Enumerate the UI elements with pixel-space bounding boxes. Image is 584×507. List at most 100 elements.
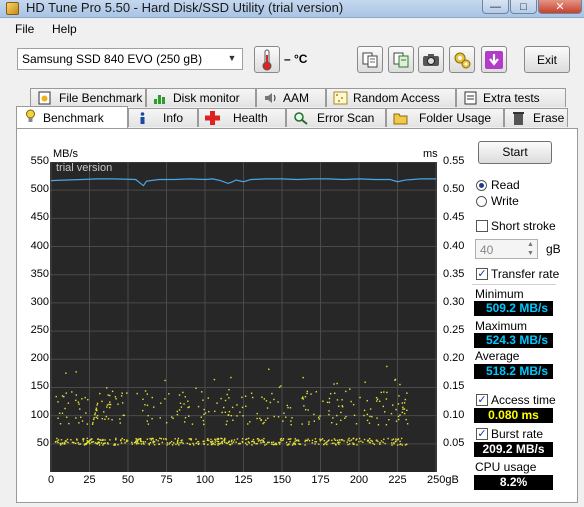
screenshot-button[interactable] [418,46,444,73]
y-left-tick-label: 450 [30,211,49,224]
tab-file-benchmark[interactable]: File Benchmark [30,88,146,107]
close-button[interactable]: ✕ [538,0,582,14]
access-time-point [226,393,228,396]
access-time-point [307,438,309,440]
tab-health[interactable]: Health [198,108,286,127]
tab-label: Erase [533,111,565,125]
access-time-point [406,409,408,412]
menu-help[interactable]: Help [52,22,77,36]
access-time-point [64,407,66,410]
access-time-point [56,440,59,442]
access-time-point [280,439,282,442]
access-time-point [180,439,182,442]
access-time-point [398,395,400,397]
copy-all-button[interactable] [388,46,414,73]
short-stroke-unit: gB [546,242,561,256]
spin-up-icon[interactable]: ▲ [525,241,536,249]
exit-button[interactable]: Exit [524,46,570,73]
access-time-point [183,403,185,405]
short-stroke-input[interactable]: 40 ▲ ▼ [475,239,538,259]
burst-rate-checkbox[interactable]: ✓ [476,428,488,440]
access-time-point [163,438,165,440]
access-time-point [83,443,86,445]
y-right-tick-label: 0.10 [443,408,465,421]
maximize-button[interactable]: □ [510,0,537,14]
access-time-point [291,417,293,419]
access-time-point [345,415,347,418]
tabs-top-row: File Benchmark Disk monitor AAM Random A… [16,88,578,107]
access-time-point [171,444,174,446]
access-time-point [273,398,275,401]
access-time-point [228,389,230,391]
options-button[interactable] [449,46,475,73]
access-time-point [333,442,335,444]
read-radio[interactable] [476,180,487,191]
access-time-point [314,443,316,445]
menu-file[interactable]: File [15,22,34,36]
access-time-point [260,419,262,422]
tab-disk-monitor[interactable]: Disk monitor [146,88,256,107]
x-tick-label: 125 [234,474,253,486]
access-time-point [104,439,106,441]
tab-erase[interactable]: Erase [504,108,568,127]
y-axis-right-unit: ms [423,148,438,160]
access-time-point [263,437,265,440]
write-radio[interactable] [476,196,487,207]
access-time-point [72,442,75,444]
short-stroke-checkbox[interactable] [476,220,488,232]
access-time-point [363,438,366,441]
access-time-point [179,442,181,444]
access-time-point [210,441,212,444]
access-time-point [70,439,72,441]
access-time-point [395,420,398,422]
access-time-point [173,442,175,444]
tab-error-scan[interactable]: Error Scan [286,108,386,127]
access-time-point [99,392,101,395]
access-time-point [267,441,269,444]
access-time-point [203,413,205,415]
access-time-point [126,392,128,394]
tab-folder-usage[interactable]: Folder Usage [386,108,504,127]
transfer-rate-checkbox[interactable]: ✓ [476,268,488,280]
lightbulb-icon [26,109,35,122]
tab-label: Random Access [353,91,440,105]
minimum-label: Minimum [475,287,524,301]
tab-label: Info [163,111,184,125]
tab-benchmark[interactable]: Benchmark [16,106,128,128]
access-time-point [179,402,182,404]
access-time-point [274,443,276,445]
drive-select[interactable]: Samsung SSD 840 EVO (250 gB) ▼ [17,48,243,70]
tab-aam[interactable]: AAM [256,88,326,107]
access-time-point [221,438,223,440]
access-time-point [331,439,333,442]
access-time-checkbox[interactable]: ✓ [476,394,488,406]
start-button[interactable]: Start [478,141,552,164]
copy-all-icon [393,52,409,67]
tab-label: Error Scan [317,111,375,125]
cpu-usage-label: CPU usage [475,460,537,474]
access-time-point [146,438,149,440]
access-time-point [403,402,406,404]
access-time-point [86,440,88,442]
access-time-point [106,406,108,408]
access-time-point [94,413,96,416]
y-left-tick-label: 350 [30,267,49,280]
tab-info[interactable]: Info [128,108,198,127]
tab-random-access[interactable]: Random Access [326,88,456,107]
access-time-point [120,395,123,397]
temperature-button[interactable] [254,46,280,73]
access-time-point [308,440,311,442]
access-time-point [177,442,179,445]
access-time-point [211,440,214,443]
tab-extra-tests[interactable]: Extra tests [456,88,566,107]
y-left-tick-label: 150 [30,380,49,393]
copy-text-button[interactable] [357,46,383,73]
short-stroke-value: 40 [480,243,494,257]
spin-down-icon[interactable]: ▼ [525,250,536,258]
save-button[interactable] [481,46,507,73]
access-time-point [326,401,329,404]
access-time-point [249,421,251,423]
access-time-point [91,438,93,440]
access-time-point [401,411,403,414]
minimize-button[interactable]: — [482,0,509,14]
